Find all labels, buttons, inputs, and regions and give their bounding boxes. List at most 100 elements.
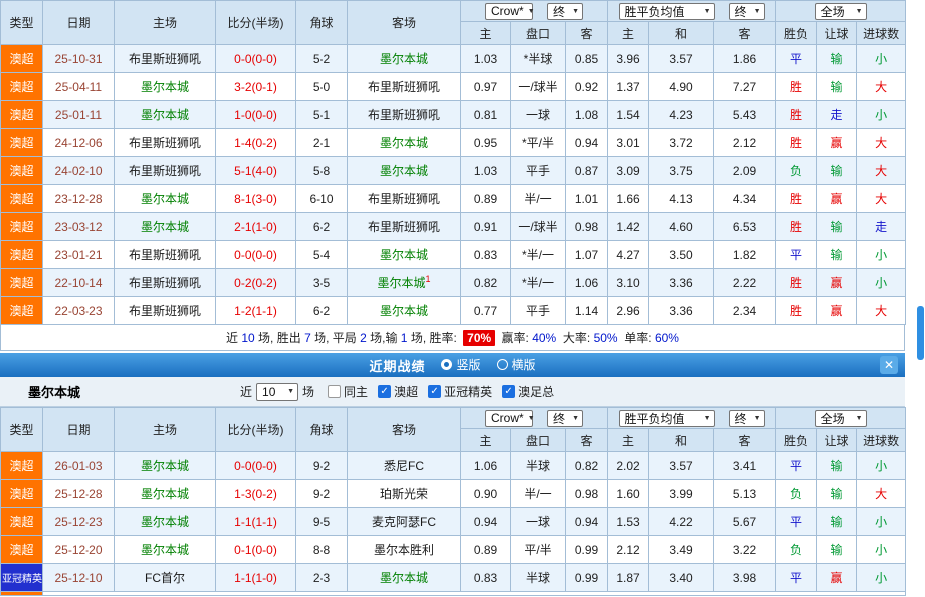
league-cell: 澳超 [1, 480, 43, 508]
h2h-table-header: 类型 日期 主场 比分(半场) 角球 客场 Crow* ▼ 终 ▼ [1, 1, 906, 45]
league-cell: 澳超 [1, 73, 43, 101]
panel-title: 近期战绩 [369, 356, 425, 375]
league-cell: 澳超 [1, 185, 43, 213]
match-row: 澳超25-10-31布里斯班狮吼0-0(0-0)5-2墨尔本城1.03*半球0.… [1, 45, 906, 73]
home-team-cell: 墨尔本城 [115, 101, 216, 129]
avg-draw-cell: 4.22 [649, 508, 714, 536]
subcol-away-odds: 客 [566, 429, 608, 452]
away-team-cell: 墨尔本城 [348, 157, 461, 185]
date-cell: 25-12-20 [43, 536, 115, 564]
avg-select[interactable]: 胜平负均值 ▼ [619, 3, 715, 20]
goals-result-cell: 大 [857, 480, 906, 508]
chevron-down-icon: ▼ [287, 388, 294, 395]
summary-text: 近 [226, 329, 241, 346]
goals-result-cell: 小 [857, 452, 906, 480]
bookmaker-select[interactable]: Crow* ▼ [485, 3, 533, 20]
stage-select[interactable]: 终 ▼ [729, 410, 765, 427]
away-odds-cell: 0.92 [566, 73, 608, 101]
summary-text: 7 [304, 331, 311, 345]
scrollbar-thumb[interactable] [917, 306, 924, 360]
handicap-result-cell: 赢 [817, 297, 857, 325]
home-odds-cell: 0.83 [461, 241, 511, 269]
handicap-cell: 平手 [511, 297, 566, 325]
avg-home-cell: 4.27 [608, 241, 649, 269]
bookmaker-select-value: Crow* [491, 411, 524, 425]
scope-select[interactable]: 全场 ▼ [815, 3, 867, 20]
match-row: 澳超25-12-28墨尔本城1-3(0-2)9-2珀斯光荣0.90半/一0.98… [1, 480, 906, 508]
filter-option[interactable]: ✓澳足总 [502, 383, 554, 400]
layout-radio-option-1[interactable]: 竖版 [441, 356, 480, 373]
away-odds-cell: 0.99 [566, 564, 608, 592]
avg-draw-cell: 3.36 [649, 269, 714, 297]
league-cell [1, 592, 43, 596]
avg-odds-header-cell: 胜平负均值 ▼ 终 ▼ [608, 1, 776, 22]
avg-home-cell: 2.96 [608, 297, 649, 325]
home-odds-cell: 1.03 [461, 157, 511, 185]
date-cell: 25-01-11 [43, 101, 115, 129]
corner-cell: 5-1 [296, 101, 348, 129]
radio-icon [441, 359, 452, 370]
match-row: 澳超25-01-11墨尔本城1-0(0-0)5-1布里斯班狮吼0.81一球1.0… [1, 101, 906, 129]
layout-options: 竖版横版 [425, 356, 535, 375]
stage-select-value: 终 [553, 410, 565, 427]
match-row: 澳超22-03-23布里斯班狮吼1-2(1-1)6-2墨尔本城0.77平手1.1… [1, 297, 906, 325]
match-row: 澳超23-03-12墨尔本城2-1(1-0)6-2布里斯班狮吼0.91一/球半0… [1, 213, 906, 241]
stage-select[interactable]: 终 ▼ [547, 3, 583, 20]
avg-select[interactable]: 胜平负均值 ▼ [619, 410, 715, 427]
result-cell: 胜 [776, 129, 817, 157]
handicap-result-cell: 赢 [817, 269, 857, 297]
result-cell: 胜 [776, 73, 817, 101]
scope-select[interactable]: 全场 ▼ [815, 410, 867, 427]
filter-option[interactable]: ✓澳超 [378, 383, 418, 400]
home-team-cell: 墨尔本城 [115, 185, 216, 213]
stage-select-value: 终 [553, 3, 565, 20]
col-header-type: 类型 [1, 1, 43, 45]
avg-draw-cell: 3.72 [649, 129, 714, 157]
goals-result-cell: 大 [857, 157, 906, 185]
match-row: 澳超23-12-28墨尔本城8-1(3-0)6-10布里斯班狮吼0.89半/一1… [1, 185, 906, 213]
filter-option[interactable]: ✓亚冠精英 [428, 383, 492, 400]
avg-home-cell: 3.96 [608, 45, 649, 73]
games-count-select[interactable]: 10 ▼ [256, 383, 298, 401]
corner-cell: 9-2 [296, 480, 348, 508]
home-team-cell: 墨尔本城 [115, 536, 216, 564]
stage-select[interactable]: 终 ▼ [547, 410, 583, 427]
date-cell: 26-01-03 [43, 452, 115, 480]
score-cell: 0-0(0-0) [216, 452, 296, 480]
score-cell: 1-2(1-1) [216, 297, 296, 325]
layout-radio-option-2[interactable]: 横版 [497, 356, 536, 373]
away-team-cell: 珀斯光荣 [348, 480, 461, 508]
avg-select-value: 胜平负均值 [625, 3, 685, 20]
handicap-cell: 一/球半 [511, 213, 566, 241]
close-button[interactable]: ✕ [880, 356, 898, 374]
corner-cell: 5-4 [296, 241, 348, 269]
avg-away-cell: 1.86 [714, 45, 776, 73]
stage-select[interactable]: 终 ▼ [729, 3, 765, 20]
match-row: 澳超25-12-23墨尔本城1-1(1-1)9-5麦克阿瑟FC0.94一球0.9… [1, 508, 906, 536]
goals-result-cell: 大 [857, 73, 906, 101]
filter-option[interactable]: ✓同主 [328, 383, 368, 400]
score-cell: 1-1(1-1) [216, 508, 296, 536]
scope-select-value: 全场 [821, 3, 845, 20]
scope-header-cell: 全场 ▼ [776, 1, 906, 22]
home-odds-cell: 0.89 [461, 536, 511, 564]
match-row: 澳超23-01-21布里斯班狮吼0-0(0-0)5-4墨尔本城0.83*半/一1… [1, 241, 906, 269]
away-team-cell: 墨尔本城 [348, 297, 461, 325]
chevron-down-icon: ▼ [856, 415, 863, 422]
subcol-away-odds: 客 [566, 22, 608, 45]
league-cell: 澳超 [1, 241, 43, 269]
recent-table-header: 类型 日期 主场 比分(半场) 角球 客场 Crow* ▼ 终 ▼ [1, 408, 906, 452]
handicap-cell: *半球 [511, 45, 566, 73]
chevron-down-icon: ▼ [754, 415, 761, 422]
avg-home-cell: 3.01 [608, 129, 649, 157]
subcol-goals: 进球数 [857, 429, 906, 452]
team-section-bar: 墨尔本城 近 10 ▼ 场 ✓同主✓澳超✓亚冠精英✓澳足总 [0, 377, 905, 407]
avg-home-cell: 1.60 [608, 480, 649, 508]
subcol-avg-away: 客 [714, 22, 776, 45]
bookmaker-select[interactable]: Crow* ▼ [485, 410, 533, 427]
avg-draw-cell: 3.50 [649, 241, 714, 269]
subcol-avg-home: 主 [608, 429, 649, 452]
date-cell: 23-12-28 [43, 185, 115, 213]
layout-radio-label: 竖版 [456, 356, 480, 373]
corner-cell: 2-1 [296, 129, 348, 157]
